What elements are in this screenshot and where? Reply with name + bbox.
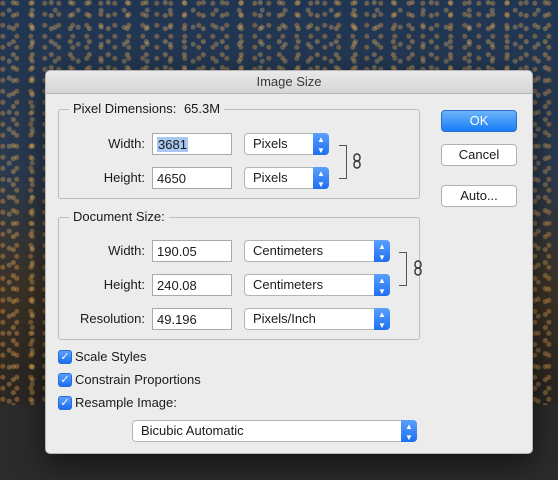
- pixel-width-value: 3681: [157, 137, 188, 152]
- doc-height-input[interactable]: 240.08: [152, 274, 232, 296]
- pixel-height-label: Height:: [103, 170, 145, 185]
- pixel-width-input[interactable]: 3681: [152, 133, 232, 155]
- document-size-legend: Document Size:: [69, 209, 169, 225]
- auto-button[interactable]: Auto...: [441, 185, 517, 207]
- pixel-dimensions-group: Pixel Dimensions: 65.3M Width: 3681 Pixe…: [58, 101, 420, 199]
- pixel-width-unit-label: Pixels: [253, 136, 288, 151]
- up-down-stepper-icon: ▲ ▼: [374, 308, 390, 330]
- resolution-label: Resolution:: [79, 311, 145, 326]
- up-down-stepper-icon: ▲ ▼: [374, 240, 390, 262]
- constrain-proportions-label: Constrain Proportions: [75, 372, 201, 387]
- document-size-group: Document Size: Width: 190.05 Centimeters…: [58, 209, 422, 340]
- up-down-stepper-icon: ▲ ▼: [313, 133, 329, 155]
- resample-method-label: Bicubic Automatic: [141, 423, 244, 438]
- scale-styles-label: Scale Styles: [75, 349, 147, 364]
- up-down-stepper-icon: ▲ ▼: [401, 420, 417, 442]
- resolution-unit-select[interactable]: Pixels/Inch ▲ ▼: [244, 308, 390, 330]
- pixel-link-bracket: [339, 145, 347, 179]
- document-link-bracket: [399, 252, 407, 286]
- scale-styles-checkbox[interactable]: ✓: [58, 350, 72, 364]
- dialog-title: Image Size: [46, 71, 532, 94]
- doc-height-unit-label: Centimeters: [253, 277, 324, 292]
- chain-link-icon: [353, 153, 361, 169]
- pixel-dimensions-size: 65.3M: [183, 101, 221, 116]
- resolution-input[interactable]: 49.196: [152, 308, 232, 330]
- constrain-proportions-checkbox[interactable]: ✓: [58, 373, 72, 387]
- resample-image-checkbox[interactable]: ✓: [58, 396, 72, 410]
- cancel-button[interactable]: Cancel: [441, 144, 517, 166]
- pixel-dimensions-legend: Pixel Dimensions: 65.3M: [69, 101, 225, 117]
- resolution-unit-label: Pixels/Inch: [253, 311, 316, 326]
- resample-image-label: Resample Image:: [75, 395, 177, 410]
- image-size-dialog: Image Size Pixel Dimensions: 65.3M Width…: [45, 70, 533, 454]
- pixel-height-input[interactable]: 4650: [152, 167, 232, 189]
- up-down-stepper-icon: ▲ ▼: [374, 274, 390, 296]
- ok-button[interactable]: OK: [441, 110, 517, 132]
- pixel-height-unit-label: Pixels: [253, 170, 288, 185]
- doc-width-unit-label: Centimeters: [253, 243, 324, 258]
- pixel-width-label: Width:: [108, 136, 145, 151]
- pixel-dimensions-label: Pixel Dimensions:: [73, 101, 177, 116]
- doc-height-unit-select[interactable]: Centimeters ▲ ▼: [244, 274, 390, 296]
- doc-width-input[interactable]: 190.05: [152, 240, 232, 262]
- chain-link-icon: [414, 260, 422, 276]
- doc-width-label: Width:: [108, 243, 145, 258]
- pixel-height-unit-select[interactable]: Pixels ▲ ▼: [244, 167, 329, 189]
- resample-method-select[interactable]: Bicubic Automatic ▲ ▼: [132, 420, 417, 442]
- pixel-width-unit-select[interactable]: Pixels ▲ ▼: [244, 133, 329, 155]
- up-down-stepper-icon: ▲ ▼: [313, 167, 329, 189]
- doc-width-unit-select[interactable]: Centimeters ▲ ▼: [244, 240, 390, 262]
- doc-height-label: Height:: [103, 277, 145, 292]
